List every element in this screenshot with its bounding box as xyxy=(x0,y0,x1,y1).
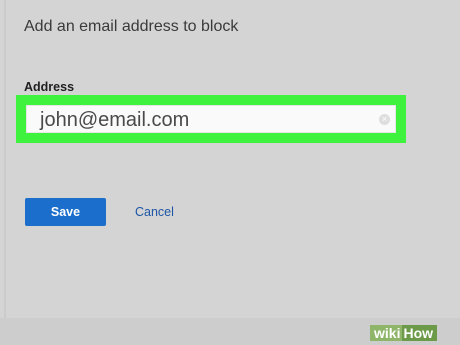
address-input-value[interactable]: john@email.com xyxy=(40,107,189,133)
wikihow-watermark: wiki How xyxy=(370,322,438,344)
save-button[interactable]: Save xyxy=(25,198,106,226)
dialog-title: Add an email address to block xyxy=(24,18,239,35)
left-border xyxy=(4,0,6,345)
watermark-how: How xyxy=(402,325,438,341)
address-label: Address xyxy=(24,80,75,94)
cancel-link[interactable]: Cancel xyxy=(135,205,174,219)
watermark-wiki: wiki xyxy=(370,325,403,341)
clear-input-icon[interactable]: × xyxy=(379,114,390,125)
block-email-dialog: Add an email address to block Address jo… xyxy=(0,0,460,345)
address-input[interactable]: john@email.com × xyxy=(26,105,396,133)
input-highlight: john@email.com × xyxy=(16,95,406,143)
